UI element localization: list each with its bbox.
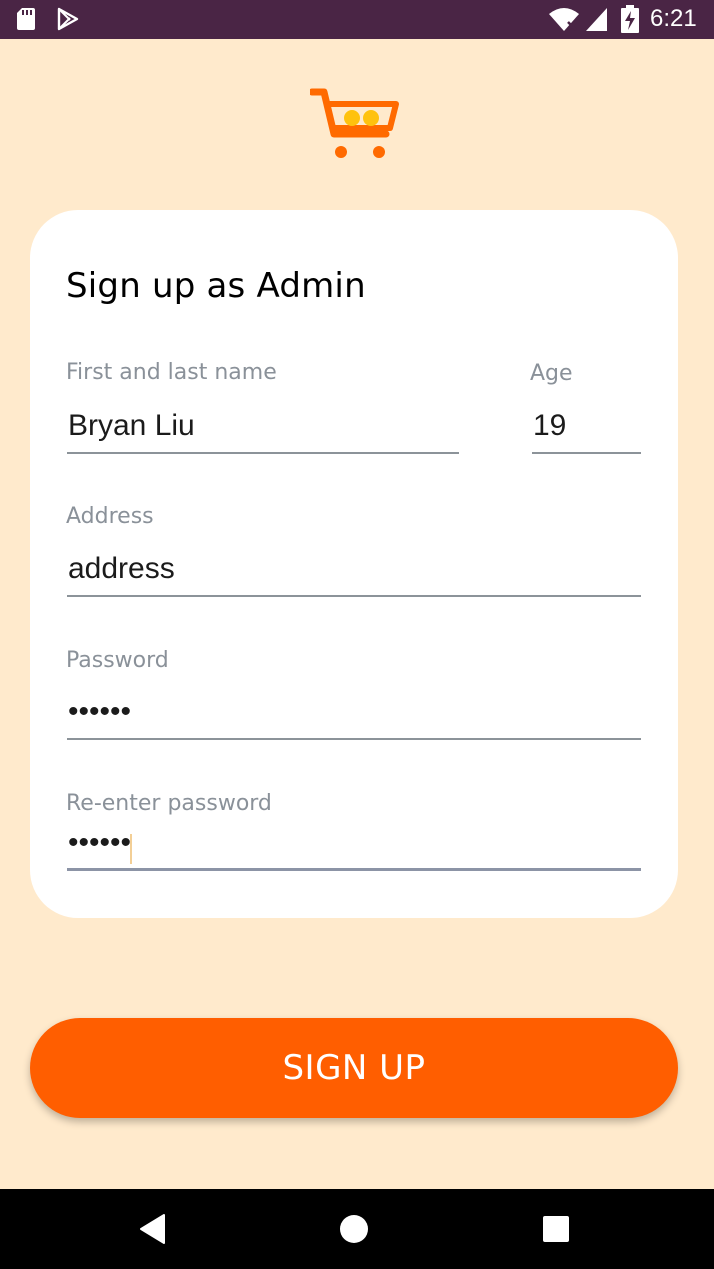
play-store-icon bbox=[57, 7, 79, 31]
name-label: First and last name bbox=[66, 360, 277, 385]
shopping-cart-icon bbox=[310, 88, 399, 158]
sign-up-button[interactable]: SIGN UP bbox=[30, 1018, 678, 1118]
password-label: Password bbox=[66, 648, 169, 673]
signup-card: Sign up as Admin First and last name Age… bbox=[30, 210, 678, 918]
name-field[interactable] bbox=[67, 404, 459, 454]
back-icon[interactable] bbox=[138, 1213, 166, 1245]
recents-icon[interactable] bbox=[543, 1216, 569, 1242]
reenter-password-label: Re-enter password bbox=[66, 791, 272, 816]
battery-charging-icon bbox=[621, 5, 639, 33]
status-bar: 6:21 bbox=[0, 0, 714, 39]
sd-card-icon bbox=[17, 8, 35, 30]
age-label: Age bbox=[530, 361, 573, 386]
home-icon[interactable] bbox=[340, 1215, 368, 1243]
age-field[interactable] bbox=[532, 404, 641, 454]
password-field[interactable] bbox=[67, 690, 641, 740]
address-field[interactable] bbox=[67, 547, 641, 597]
status-time: 6:21 bbox=[650, 5, 697, 32]
reenter-password-field[interactable] bbox=[67, 821, 641, 871]
wifi-icon bbox=[549, 8, 579, 31]
page-title: Sign up as Admin bbox=[66, 266, 366, 306]
navigation-bar bbox=[0, 1189, 714, 1269]
signal-icon bbox=[586, 8, 607, 31]
text-cursor bbox=[130, 834, 132, 864]
address-label: Address bbox=[66, 504, 154, 529]
